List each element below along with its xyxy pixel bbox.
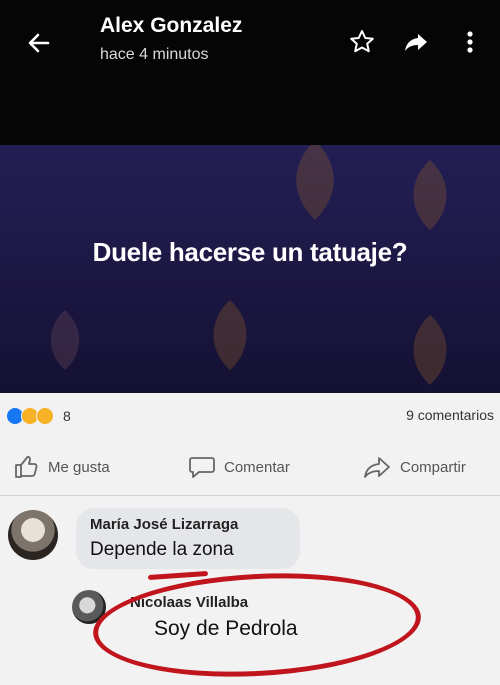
comment-author[interactable]: María José Lizarraga xyxy=(90,516,286,533)
comment-text: Depende la zona xyxy=(90,539,234,560)
sad-reaction-icon xyxy=(36,407,54,425)
leaf-pattern-icon xyxy=(50,310,80,370)
comment-icon xyxy=(189,457,215,478)
reactions-bar: 8 9 comentarios xyxy=(0,393,500,438)
leaf-pattern-icon xyxy=(413,160,447,230)
comment-label: Comentar xyxy=(224,458,290,476)
comment-author[interactable]: Nicolaas Villalba xyxy=(130,594,396,611)
reaction-count: 8 xyxy=(63,408,71,424)
post-header: Alex Gonzalez hace 4 minutos xyxy=(0,0,500,145)
post-time: hace 4 minutos xyxy=(100,46,209,63)
share-icon[interactable] xyxy=(402,28,430,56)
star-icon[interactable] xyxy=(348,28,376,56)
post-title-block: Alex Gonzalez hace 4 minutos xyxy=(100,14,242,64)
share-label: Compartir xyxy=(400,458,466,476)
like-label: Me gusta xyxy=(48,458,110,476)
thumbs-up-icon xyxy=(15,456,38,478)
avatar[interactable] xyxy=(8,510,58,560)
share-arrow-icon xyxy=(364,457,390,478)
highlight-stroke xyxy=(147,570,209,581)
share-button[interactable]: Compartir xyxy=(362,455,466,479)
reaction-summary[interactable]: 8 xyxy=(6,407,71,425)
leaf-pattern-icon xyxy=(213,300,247,370)
like-button[interactable]: Me gusta xyxy=(14,455,110,479)
comments-count[interactable]: 9 comentarios xyxy=(406,407,494,423)
post-actions: Me gusta Comentar Compartir xyxy=(0,437,500,496)
back-arrow-icon[interactable] xyxy=(24,28,54,58)
comment-bubble: Nicolaas Villalba Soy de Pedrola xyxy=(116,586,410,649)
header-actions xyxy=(348,28,484,56)
leaf-pattern-icon xyxy=(296,145,334,220)
comment-bubble: María José Lizarraga Depende la zona xyxy=(76,508,300,569)
leaf-pattern-icon xyxy=(413,315,447,385)
comment-button[interactable]: Comentar xyxy=(188,455,290,479)
avatar[interactable] xyxy=(72,590,106,624)
post-background: Duele hacerse un tatuaje? xyxy=(0,145,500,393)
post-text: Duele hacerse un tatuaje? xyxy=(92,237,408,267)
more-vertical-icon[interactable] xyxy=(456,28,484,56)
comment-text: Soy de Pedrola xyxy=(154,617,298,640)
author-name[interactable]: Alex Gonzalez xyxy=(100,14,242,38)
